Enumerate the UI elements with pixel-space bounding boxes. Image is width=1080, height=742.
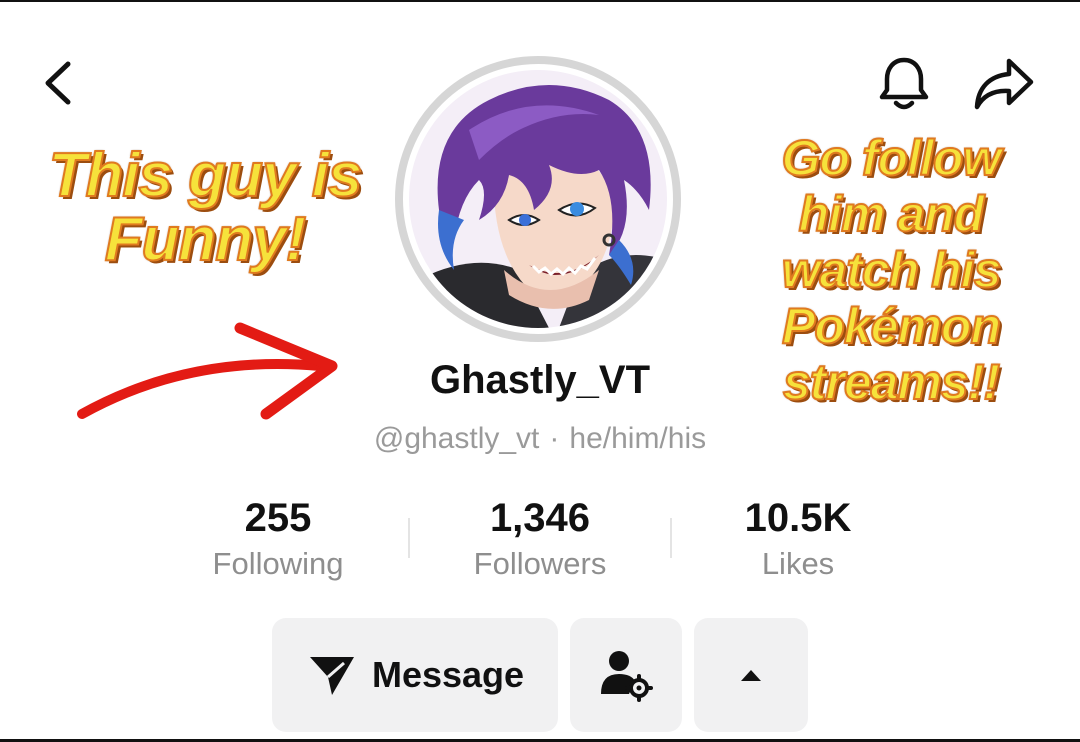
stat-label: Likes — [761, 546, 835, 581]
stat-divider — [408, 518, 410, 558]
username: @ghastly_vt — [373, 422, 540, 455]
left-caption-line: Funny! — [104, 205, 308, 274]
handle-line: @ghastly_vt · he/him/his — [300, 422, 780, 456]
more-button[interactable] — [694, 618, 808, 732]
person-gear-icon — [601, 651, 653, 702]
left-caption-line: This guy is — [48, 141, 364, 210]
stat-following[interactable]: 255 Following — [168, 496, 388, 584]
left-caption: This guy is Funny! — [30, 141, 380, 274]
stat-likes[interactable]: 10.5K Likes — [688, 496, 908, 584]
back-button[interactable] — [36, 58, 80, 108]
chevron-left-icon — [45, 61, 71, 105]
stat-divider — [670, 518, 672, 558]
message-button[interactable]: Message — [272, 618, 558, 732]
stat-value: 10.5K — [744, 496, 852, 540]
avatar[interactable] — [409, 70, 667, 328]
anime-avatar-image — [409, 70, 667, 328]
stat-value: 255 — [244, 496, 312, 540]
separator-dot: · — [549, 422, 560, 455]
share-arrow-icon — [974, 58, 1034, 110]
person-settings-button[interactable] — [570, 618, 682, 732]
stat-label: Followers — [473, 546, 607, 581]
stat-followers[interactable]: 1,346 Followers — [430, 496, 650, 584]
bell-icon — [879, 57, 929, 110]
profile-page: This guy is Funny! Go follow him and wat… — [0, 0, 1080, 742]
right-caption: Go follow him and watch his Pokémon stre… — [742, 129, 1040, 411]
right-caption-line: Pokémon — [781, 297, 1002, 355]
caret-up-icon — [741, 670, 761, 681]
right-caption-line: Go follow — [781, 129, 1003, 187]
red-arrow-icon — [77, 322, 338, 420]
message-label: Message — [371, 654, 525, 695]
right-caption-line: him and — [798, 185, 986, 243]
display-name: Ghastly_VT — [429, 358, 651, 402]
right-caption-line: streams!! — [782, 353, 1001, 411]
pronouns: he/him/his — [569, 422, 707, 455]
share-button[interactable] — [968, 52, 1040, 116]
send-icon — [309, 657, 354, 695]
stat-label: Following — [212, 546, 344, 581]
right-caption-line: watch his — [781, 241, 1003, 299]
stat-value: 1,346 — [489, 496, 591, 540]
notifications-button[interactable] — [872, 52, 936, 116]
